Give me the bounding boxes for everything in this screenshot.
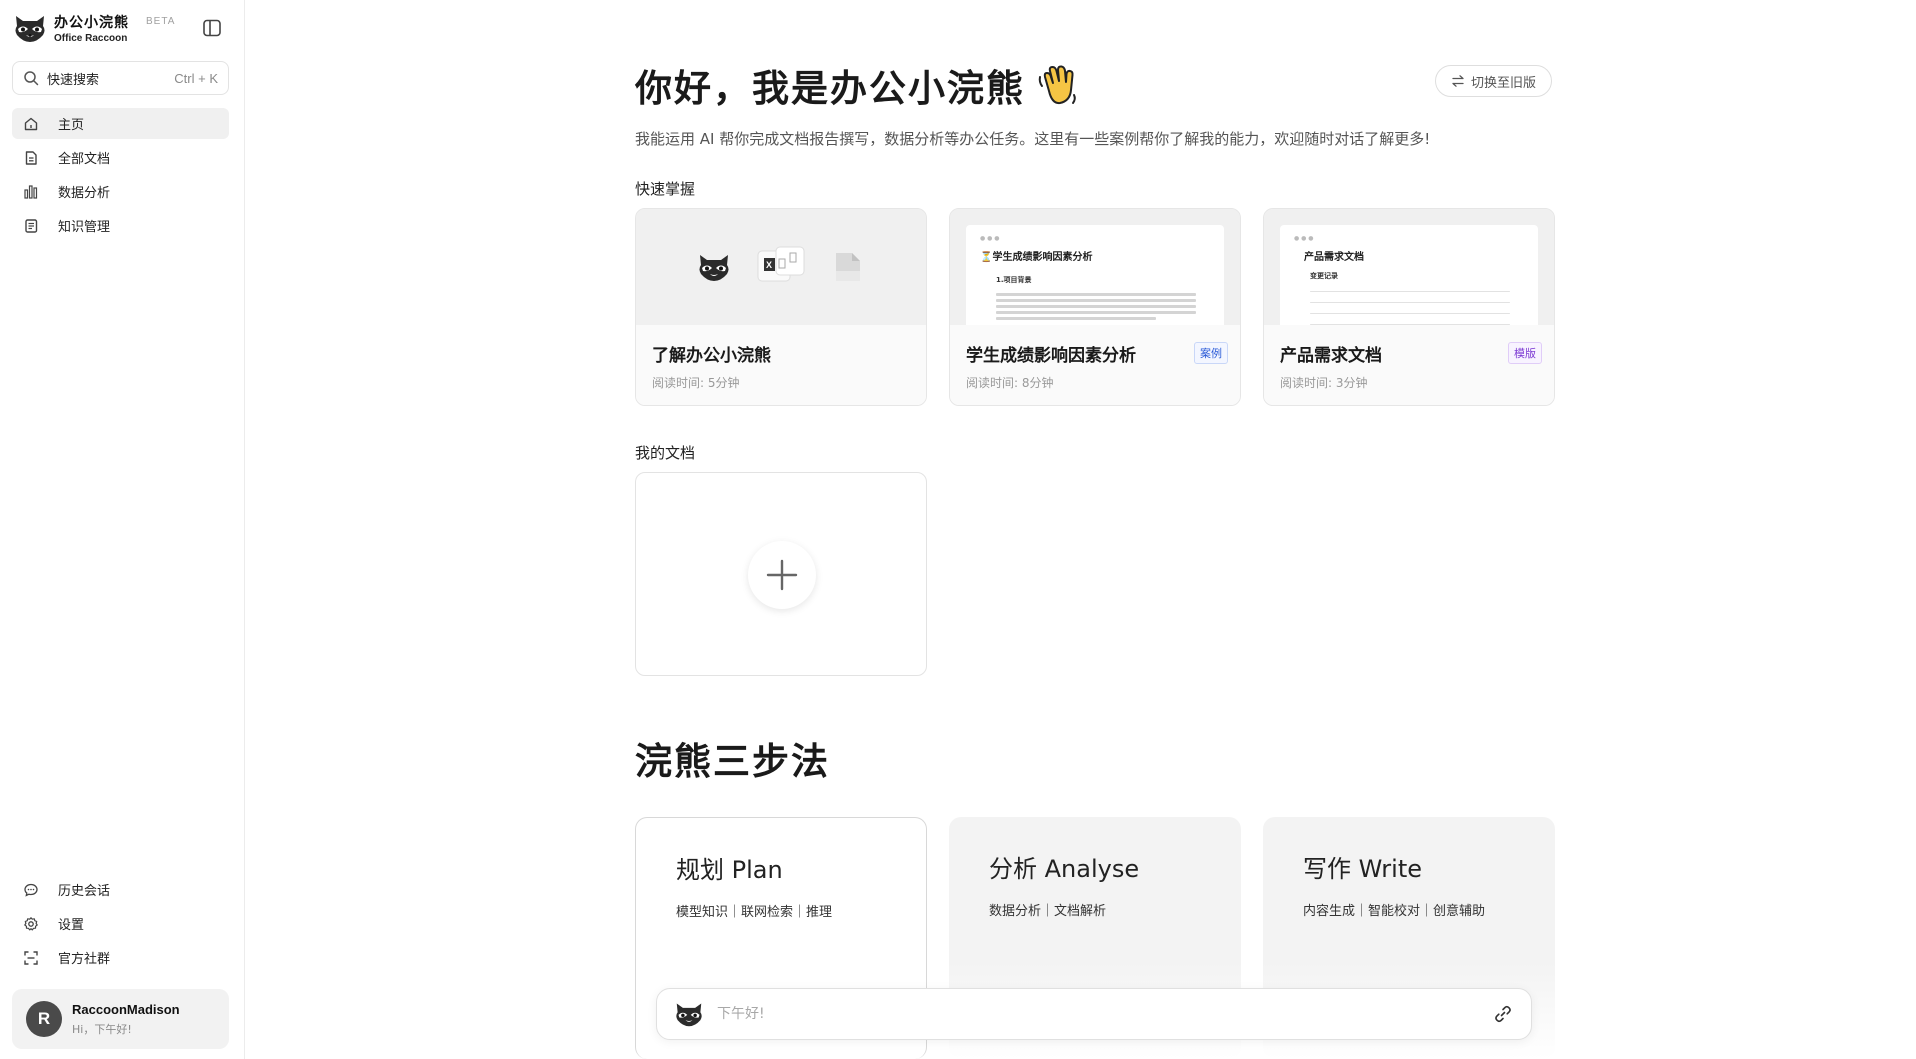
community-icon xyxy=(22,949,40,967)
brand-subname: Office Raccoon xyxy=(54,33,128,44)
card-preview: ● ● ● 产品需求文档 变更记录 xyxy=(1264,209,1554,325)
doc-preview-title: 产品需求文档 xyxy=(1304,252,1364,263)
sidebar-item-label: 主页 xyxy=(58,118,85,133)
switch-label: 切换至旧版 xyxy=(1470,75,1536,91)
sidebar-item-knowledge[interactable]: 知识管理 xyxy=(12,210,229,241)
switch-to-legacy-button[interactable]: 切换至旧版 xyxy=(1435,65,1552,97)
steps-heading: 浣熊三步法 xyxy=(635,740,830,783)
search-label: 快速搜索 xyxy=(47,72,100,88)
text-line xyxy=(996,305,1196,308)
my-docs-heading: 我的文档 xyxy=(635,444,696,462)
step-title: 写作 Write xyxy=(1303,855,1422,883)
brand[interactable]: 办公小浣熊 Office Raccoon xyxy=(12,12,129,44)
hourglass-icon: ⏳ xyxy=(980,252,993,263)
sidebar-item-community[interactable]: 官方社群 xyxy=(12,942,229,973)
step-title: 分析 Analyse xyxy=(989,855,1140,883)
swap-arrows-icon xyxy=(1452,75,1464,87)
sidebar-toggle-button[interactable] xyxy=(200,16,224,40)
link-icon xyxy=(1495,1005,1511,1023)
step-description: 内容生成｜智能校对｜创意辅助 xyxy=(1303,904,1486,919)
text-line xyxy=(996,311,1196,314)
text-line xyxy=(996,317,1156,320)
read-time: 阅读时间: 5分钟 xyxy=(652,376,740,390)
sidebar-item-settings[interactable]: 设置 xyxy=(12,908,229,939)
sidebar-item-data-analysis[interactable]: 数据分析 xyxy=(12,176,229,207)
step-title: 规划 Plan xyxy=(676,856,783,884)
attach-link-button[interactable] xyxy=(1491,1002,1515,1026)
bar-chart-icon xyxy=(22,183,40,201)
gear-icon xyxy=(22,915,40,933)
sidebar-item-label: 全部文档 xyxy=(58,152,111,167)
read-time: 阅读时间: 8分钟 xyxy=(966,376,1054,390)
text-line xyxy=(996,293,1196,296)
user-greeting: Hi，下午好! xyxy=(72,1022,132,1036)
raccoon-mascot-icon xyxy=(699,255,729,281)
svg-text:X: X xyxy=(766,260,772,270)
sidebar-panel-icon xyxy=(203,19,221,37)
sidebar-item-home[interactable]: 主页 xyxy=(12,108,229,139)
card-title: 学生成绩影响因素分析 xyxy=(966,346,1136,366)
window-dots: ● ● ● xyxy=(980,235,1000,242)
doc-preview-sheet: ● ● ● ⏳学生成绩影响因素分析 1.项目背景 xyxy=(966,225,1224,325)
raccoon-logo-icon xyxy=(15,16,45,42)
sidebar-item-label: 官方社群 xyxy=(58,952,111,967)
add-document-button[interactable] xyxy=(748,541,816,609)
table-line xyxy=(1310,313,1510,314)
table-line xyxy=(1310,291,1510,292)
search-icon xyxy=(24,71,39,86)
text-line xyxy=(996,299,1196,302)
sidebar-item-label: 历史会话 xyxy=(58,884,111,899)
read-time: 阅读时间: 3分钟 xyxy=(1280,376,1368,390)
chat-input[interactable] xyxy=(717,1006,1491,1022)
chat-input-bar xyxy=(656,988,1532,1040)
avatar: R xyxy=(26,1001,62,1037)
quick-start-heading: 快速掌握 xyxy=(635,180,696,198)
page-title-text: 你好，我是办公小浣熊 xyxy=(635,67,1025,110)
document-icon xyxy=(22,149,40,167)
doc-preview-section: 变更记录 xyxy=(1310,272,1338,280)
raccoon-logo-icon xyxy=(676,1003,702,1027)
quick-card-prd[interactable]: ● ● ● 产品需求文档 变更记录 产品需求文档 阅读时间: 3分钟 模版 xyxy=(1263,208,1555,406)
step-description: 数据分析｜文档解析 xyxy=(989,904,1107,919)
table-line xyxy=(1310,302,1510,303)
sidebar-item-label: 设置 xyxy=(58,918,85,933)
card-preview: ● ● ● ⏳学生成绩影响因素分析 1.项目背景 xyxy=(950,209,1240,325)
quick-search[interactable]: 快速搜索 Ctrl + K xyxy=(12,61,229,95)
sidebar-item-all-docs[interactable]: 全部文档 xyxy=(12,142,229,173)
sidebar-item-label: 知识管理 xyxy=(58,220,111,235)
plus-icon xyxy=(766,559,798,591)
card-title: 产品需求文档 xyxy=(1280,346,1382,366)
user-name: RaccoonMadison xyxy=(72,1001,180,1017)
quick-card-student-analysis[interactable]: ● ● ● ⏳学生成绩影响因素分析 1.项目背景 学生成绩影响因素分析 阅读时间… xyxy=(949,208,1241,406)
card-preview: X xyxy=(636,209,926,325)
office-files-icon: X xyxy=(757,246,805,282)
notebook-icon xyxy=(22,217,40,235)
beta-badge: BETA xyxy=(146,16,176,27)
quick-card-intro[interactable]: X 了解办公小浣熊 阅读时间: 5分钟 xyxy=(635,208,927,406)
sidebar-item-history[interactable]: 历史会话 xyxy=(12,874,229,905)
main-content: 你好，我是办公小浣熊 切换至旧版 我能运用 AI 帮你完成文档报告撰写，数据分析… xyxy=(246,0,1916,1059)
template-tag: 模版 xyxy=(1508,342,1542,364)
page-title: 你好，我是办公小浣熊 xyxy=(635,58,1081,112)
waving-hand-icon xyxy=(1038,65,1076,105)
step-description: 模型知识｜联网检索｜推理 xyxy=(676,905,833,920)
user-profile-card[interactable]: R RaccoonMadison Hi，下午好! xyxy=(12,989,229,1049)
window-dots: ● ● ● xyxy=(1294,235,1314,242)
doc-preview-title: ⏳学生成绩影响因素分析 xyxy=(980,252,1093,263)
page-subtitle: 我能运用 AI 帮你完成文档报告撰写，数据分析等办公任务。这里有一些案例帮你了解… xyxy=(635,130,1431,148)
search-shortcut: Ctrl + K xyxy=(174,70,218,86)
chat-history-icon xyxy=(22,881,40,899)
sidebar-item-label: 数据分析 xyxy=(58,186,111,201)
home-icon xyxy=(22,115,40,133)
card-title: 了解办公小浣熊 xyxy=(652,346,771,366)
doc-preview-sheet: ● ● ● 产品需求文档 变更记录 xyxy=(1280,225,1538,325)
main-nav: 主页 全部文档 数据分析 知识管理 xyxy=(12,108,229,244)
doc-preview-section: 1.项目背景 xyxy=(996,276,1032,284)
new-document-card[interactable] xyxy=(635,472,927,676)
document-stack-icon xyxy=(836,253,860,281)
bottom-nav: 历史会话 设置 官方社群 xyxy=(12,874,229,976)
sidebar: 办公小浣熊 Office Raccoon BETA 快速搜索 Ctrl + K … xyxy=(0,0,245,1059)
case-tag: 案例 xyxy=(1194,342,1228,364)
brand-name: 办公小浣熊 xyxy=(54,15,129,31)
